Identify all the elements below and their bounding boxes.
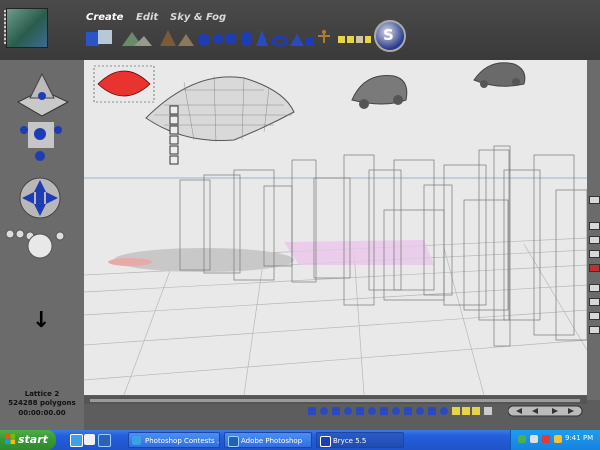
camera-controls[interactable]	[0, 62, 84, 302]
sphere-icon	[198, 34, 223, 46]
ie-icon[interactable]	[70, 434, 83, 447]
menu-create[interactable]: Create	[86, 12, 123, 23]
quicklaunch-icon[interactable]	[98, 434, 111, 447]
right-tool-strip	[587, 60, 600, 400]
cylinder-icon	[242, 32, 251, 46]
object-name-label: Lattice 2	[24, 390, 60, 398]
selection-palette[interactable]	[306, 404, 506, 418]
render-button[interactable]	[589, 264, 600, 272]
tray-icon[interactable]	[542, 435, 550, 443]
create-toolbar[interactable]	[86, 26, 372, 52]
torus-icon	[271, 35, 289, 47]
view-button[interactable]	[589, 236, 600, 244]
nudge-arrows-icon	[19, 177, 61, 219]
timeline-scrubber[interactable]	[90, 399, 580, 402]
view-button[interactable]	[589, 284, 600, 292]
scene-viewport[interactable]	[84, 60, 587, 395]
selected-shadow	[108, 258, 152, 266]
camera-trackball-icon	[16, 72, 70, 117]
polygon-count-label: 524288 polygons	[8, 399, 76, 407]
pyramid-icon	[290, 34, 314, 46]
view-button[interactable]	[589, 326, 600, 334]
menu-edit[interactable]: Edit	[136, 12, 158, 23]
view-button[interactable]	[589, 298, 600, 306]
nano-preview-thumbnail[interactable]	[6, 8, 48, 48]
figure-icon	[318, 30, 330, 43]
camera-cross-controls-icon	[20, 122, 62, 161]
view-button[interactable]	[589, 222, 600, 230]
cube-icon	[226, 34, 236, 44]
task-adobe-photoshop[interactable]: Adobe Photoshop	[224, 432, 312, 448]
down-arrow-icon: ↓	[32, 308, 51, 333]
clock: 9:41 PM	[565, 434, 594, 442]
view-button[interactable]	[589, 250, 600, 258]
pink-floor-patch	[284, 240, 434, 265]
start-label: start	[18, 433, 48, 446]
tray-icon[interactable]	[530, 435, 538, 443]
photoshop-icon	[228, 436, 239, 447]
tree-icon	[160, 30, 194, 46]
terrain-icon	[86, 30, 112, 46]
bryce-logo[interactable]: S	[374, 20, 406, 52]
tray-icon[interactable]	[554, 435, 562, 443]
timecode-label: 00:00:00.00	[18, 409, 66, 417]
scene-wireframe	[84, 60, 587, 395]
task-photoshop-contests[interactable]: Photoshop Contests ...	[128, 432, 220, 448]
menu-sky-fog[interactable]: Sky & Fog	[170, 12, 226, 23]
material-icon	[338, 36, 371, 43]
view-button[interactable]	[589, 312, 600, 320]
browser-icon	[132, 436, 141, 445]
bryce-app-icon	[320, 436, 331, 447]
task-bryce[interactable]: Bryce 5.5	[316, 432, 404, 448]
desktop-icon[interactable]	[84, 434, 95, 445]
brush-tool-icon[interactable]	[589, 196, 600, 204]
cone-icon	[256, 30, 268, 46]
render-controls-icon	[5, 229, 65, 259]
windows-flag-icon	[5, 434, 16, 445]
logo-glyph: S	[383, 26, 394, 44]
stone-icon	[122, 32, 152, 46]
playback-controls[interactable]	[508, 405, 584, 417]
tray-icon[interactable]	[518, 435, 526, 443]
